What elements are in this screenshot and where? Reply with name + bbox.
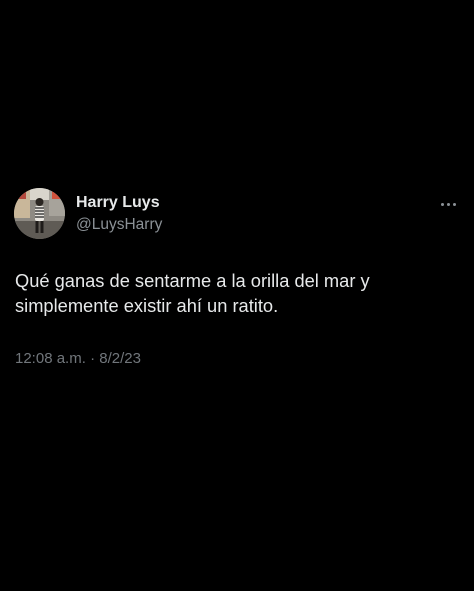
tweet-text-line: simplemente existir ahí un ratito.: [15, 295, 279, 316]
more-horizontal-icon: [446, 202, 450, 206]
tweet-date: 8/2/23: [99, 350, 141, 367]
avatar[interactable]: [14, 188, 65, 239]
more-horizontal-icon: [440, 202, 444, 206]
tweet-timestamp[interactable]: 12:08 a.m. · 8/2/23: [15, 350, 141, 368]
profile-photo-icon: [14, 188, 65, 239]
tweet-text: Qué ganas de sentarme a la orilla del ma…: [15, 268, 455, 318]
more-options-button[interactable]: [436, 196, 460, 212]
tweet-time: 12:08 a.m.: [15, 350, 86, 367]
tweet-card: Harry Luys @LuysHarry Qué ganas de senta…: [0, 0, 474, 591]
tweet-text-line: Qué ganas de sentarme a la orilla del ma…: [15, 270, 370, 291]
user-handle[interactable]: @LuysHarry: [76, 216, 162, 234]
meta-separator: ·: [90, 350, 96, 367]
display-name[interactable]: Harry Luys: [76, 194, 160, 212]
more-horizontal-icon: [452, 202, 456, 206]
